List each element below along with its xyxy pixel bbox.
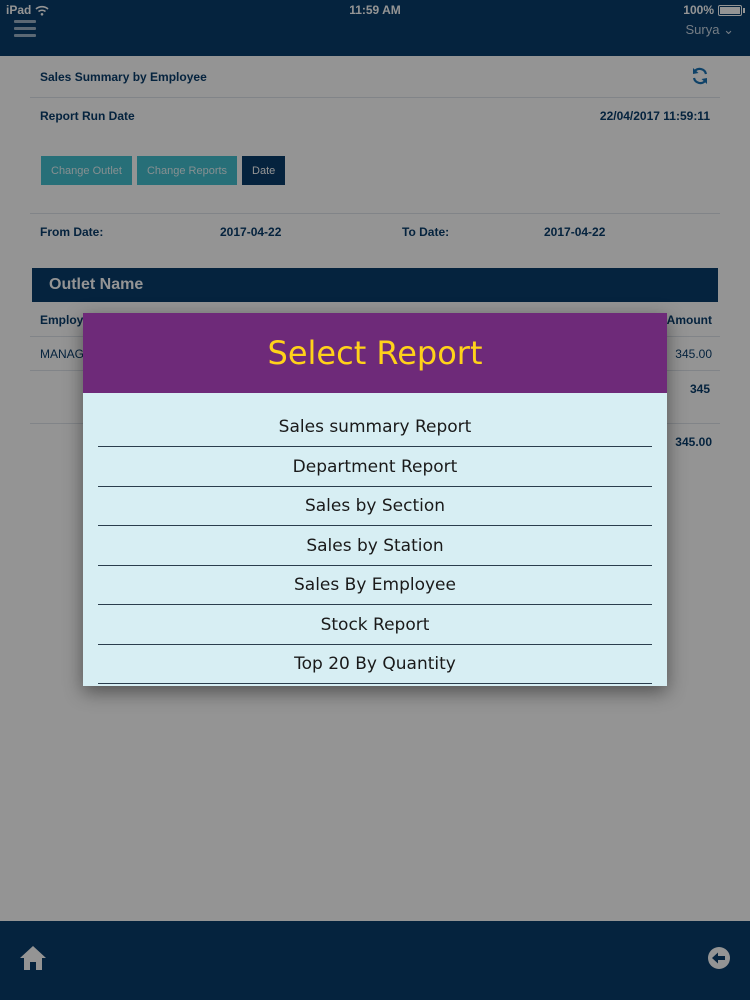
report-option-sales-by-station[interactable]: Sales by Station <box>98 527 652 566</box>
report-option-top-20-quantity[interactable]: Top 20 By Quantity <box>98 645 652 684</box>
report-option-sales-by-employee[interactable]: Sales By Employee <box>98 566 652 605</box>
report-option-sales-by-section[interactable]: Sales by Section <box>98 487 652 526</box>
report-option-sales-summary[interactable]: Sales summary Report <box>98 408 652 447</box>
dialog-title: Select Report <box>267 334 483 372</box>
report-option-stock[interactable]: Stock Report <box>98 606 652 645</box>
select-report-dialog: Select Report Sales summary Report Depar… <box>83 313 667 686</box>
report-list: Sales summary Report Department Report S… <box>98 408 652 685</box>
report-option-department[interactable]: Department Report <box>98 448 652 487</box>
dialog-header: Select Report <box>83 313 667 393</box>
